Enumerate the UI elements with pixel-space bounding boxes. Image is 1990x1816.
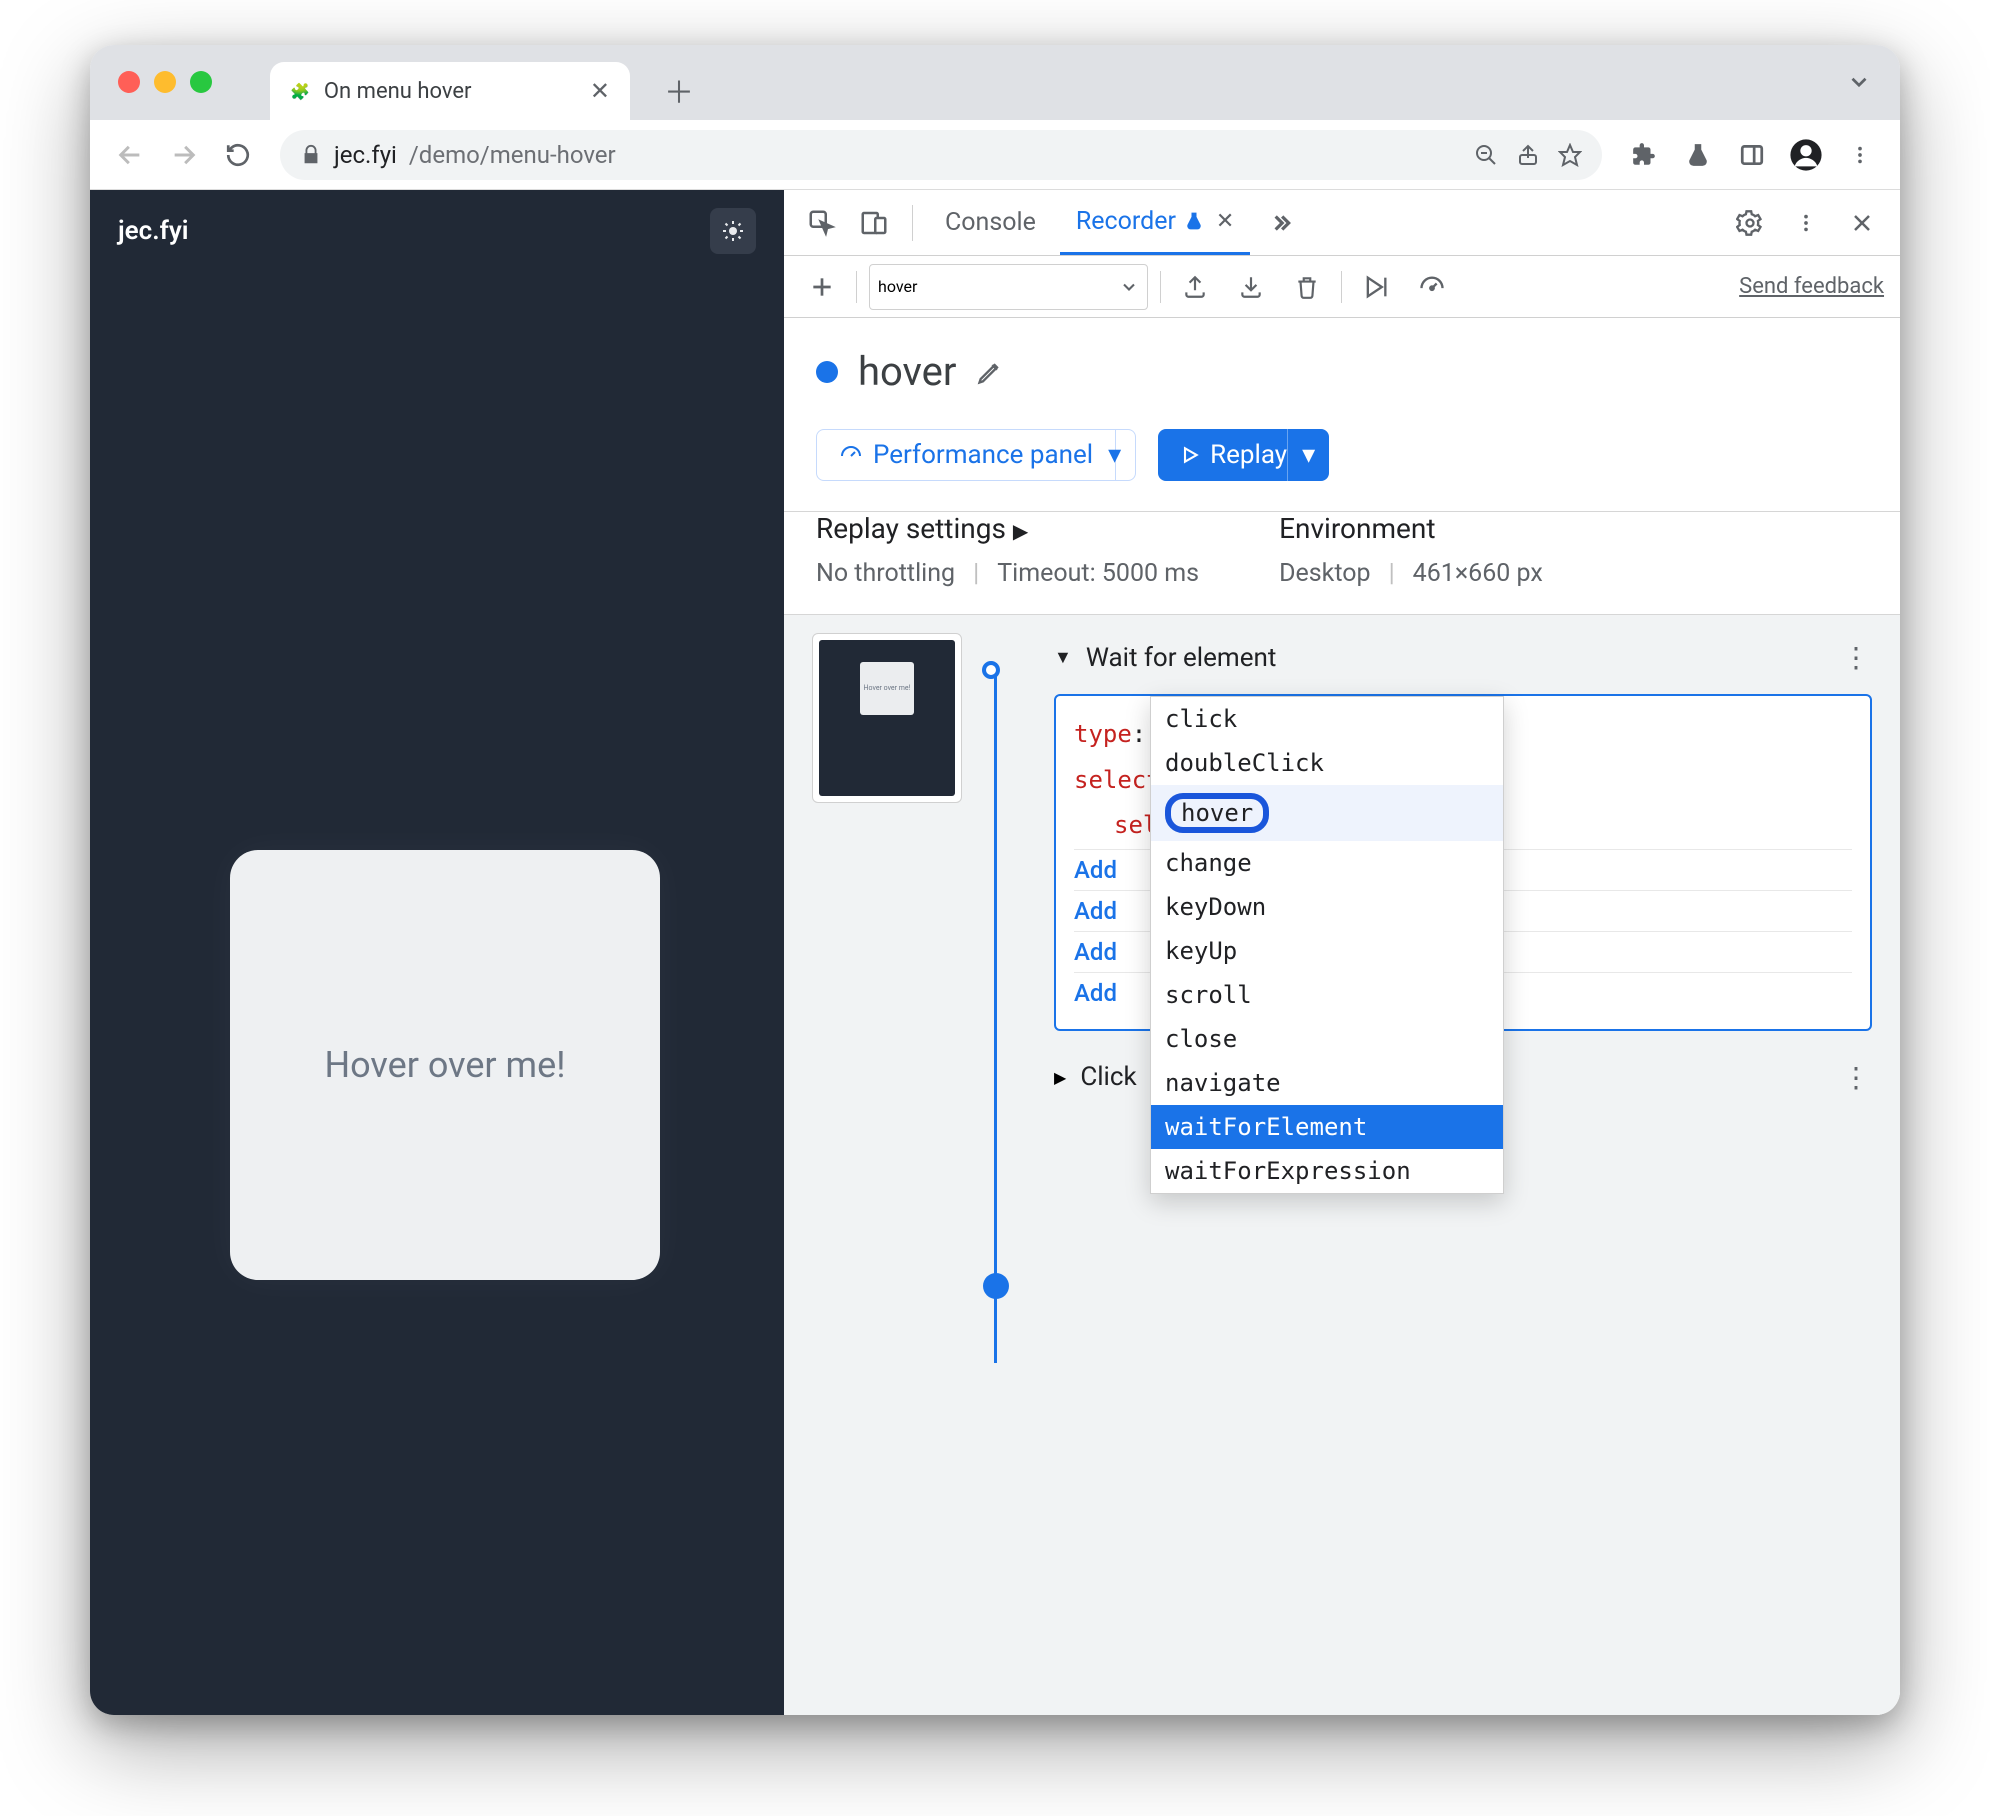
recording-title: hover	[858, 348, 956, 395]
settings-row: Replay settings ▶ No throttling | Timeou…	[784, 512, 1900, 615]
demo-hover-card[interactable]: Hover over me!	[230, 850, 660, 1280]
performance-panel-button[interactable]: Performance panel	[816, 429, 1116, 481]
step-wait-for-element[interactable]: ▼ Wait for element ⋮	[1054, 633, 1872, 682]
settings-gear-icon[interactable]	[1728, 201, 1772, 245]
ac-item-hover[interactable]: hover	[1151, 785, 1503, 841]
inspect-element-icon[interactable]	[800, 201, 844, 245]
ac-item-keyup[interactable]: keyUp	[1151, 929, 1503, 973]
ac-item-scroll[interactable]: scroll	[1151, 973, 1503, 1017]
add-button[interactable]: Add	[1074, 979, 1117, 1007]
new-tab-button[interactable]: ＋	[650, 60, 708, 120]
gauge-icon	[839, 443, 863, 467]
tab-console[interactable]: Console	[929, 190, 1052, 255]
address-bar[interactable]: jec.fyi/demo/menu-hover	[280, 130, 1602, 180]
content-split: jec.fyi Hover over me! Console Recorder …	[90, 190, 1900, 1715]
ac-item-click[interactable]: click	[1151, 697, 1503, 741]
ac-item-doubleclick[interactable]: doubleClick	[1151, 741, 1503, 785]
ac-item-waitforelement[interactable]: waitForElement	[1151, 1105, 1503, 1149]
expand-caret-icon: ▶	[1054, 1068, 1066, 1087]
env-size: 461×660 px	[1413, 559, 1543, 588]
side-panel-icon[interactable]	[1730, 133, 1774, 177]
tab-close-icon[interactable]: ✕	[1216, 209, 1234, 234]
step-editor: type: selectors sel Add Add Add Add clic…	[1054, 694, 1872, 1031]
import-icon[interactable]	[1229, 265, 1273, 309]
recorder-toolbar: hover Send feedback	[784, 256, 1900, 318]
steps-area: Hover over me! ▼ Wait for element ⋮	[784, 615, 1900, 1715]
maximize-window-button[interactable]	[190, 71, 212, 93]
perf-panel-caret[interactable]: ▾	[1094, 429, 1136, 481]
devtools-menu-icon[interactable]	[1784, 201, 1828, 245]
browser-window: 🧩 On menu hover ✕ ＋ jec.fyi/demo/menu-ho…	[90, 45, 1900, 1715]
timeline-dot-2	[983, 1273, 1009, 1299]
flask-icon	[1184, 211, 1204, 231]
devtools-close-icon[interactable]	[1840, 201, 1884, 245]
theme-toggle-button[interactable]	[710, 208, 756, 254]
extensions-icon[interactable]	[1622, 133, 1666, 177]
chrome-menu-icon[interactable]	[1838, 133, 1882, 177]
close-window-button[interactable]	[118, 71, 140, 93]
add-button[interactable]: Add	[1074, 938, 1117, 966]
browser-tab[interactable]: 🧩 On menu hover ✕	[270, 62, 630, 120]
share-icon[interactable]	[1516, 143, 1540, 167]
tab-recorder[interactable]: Recorder ✕	[1060, 190, 1251, 255]
export-icon[interactable]	[1173, 265, 1217, 309]
play-icon	[1180, 445, 1200, 465]
send-feedback-link[interactable]: Send feedback	[1739, 274, 1884, 299]
ac-item-navigate[interactable]: navigate	[1151, 1061, 1503, 1105]
env-device: Desktop	[1279, 559, 1370, 588]
tab-close-button[interactable]: ✕	[590, 77, 610, 105]
zoom-out-icon[interactable]	[1474, 143, 1498, 167]
labs-icon[interactable]	[1676, 133, 1720, 177]
ac-item-close[interactable]: close	[1151, 1017, 1503, 1061]
url-toolbar: jec.fyi/demo/menu-hover	[90, 120, 1900, 190]
environment-label: Environment	[1279, 512, 1543, 545]
ac-item-keydown[interactable]: keyDown	[1151, 885, 1503, 929]
new-recording-button[interactable]	[800, 265, 844, 309]
demo-hover-text: Hover over me!	[324, 1044, 565, 1086]
recording-indicator-icon	[816, 361, 838, 383]
url-path: /demo/menu-hover	[409, 141, 616, 169]
timeout-value: Timeout: 5000 ms	[997, 559, 1199, 588]
type-autocomplete: click doubleClick hover change keyDown k…	[1150, 696, 1504, 1194]
site-brand[interactable]: jec.fyi	[118, 216, 188, 246]
forward-button[interactable]	[162, 133, 206, 177]
window-controls	[118, 71, 212, 93]
devtools-tab-bar: Console Recorder ✕	[784, 190, 1900, 256]
profile-avatar[interactable]	[1784, 133, 1828, 177]
favicon-icon: 🧩	[290, 82, 310, 101]
url-domain: jec.fyi	[334, 141, 397, 169]
reload-button[interactable]	[216, 133, 260, 177]
lock-icon	[300, 144, 322, 166]
step-thumbnail[interactable]: Hover over me!	[812, 633, 962, 803]
replay-settings-toggle[interactable]: Replay settings ▶	[816, 512, 1199, 545]
minimize-window-button[interactable]	[154, 71, 176, 93]
step-into-icon[interactable]	[1354, 265, 1398, 309]
ac-item-waitforexpression[interactable]: waitForExpression	[1151, 1149, 1503, 1193]
add-button[interactable]: Add	[1074, 856, 1117, 884]
recording-name-field[interactable]: hover	[869, 264, 1148, 310]
sun-icon	[721, 219, 745, 243]
rendered-page: jec.fyi Hover over me!	[90, 190, 784, 1715]
collapse-caret-icon: ▼	[1054, 647, 1072, 668]
devtools-panel: Console Recorder ✕ hover	[784, 190, 1900, 1715]
omnibox-actions	[1474, 143, 1582, 167]
chrome-tab-strip: 🧩 On menu hover ✕ ＋	[90, 45, 1900, 120]
rename-icon[interactable]	[976, 358, 1004, 386]
replay-caret[interactable]: ▾	[1287, 429, 1329, 481]
bookmark-star-icon[interactable]	[1558, 143, 1582, 167]
step-menu-icon[interactable]: ⋮	[1842, 1061, 1872, 1094]
ac-item-change[interactable]: change	[1151, 841, 1503, 885]
delete-icon[interactable]	[1285, 265, 1329, 309]
recorder-body: hover Performance panel ▾ Rep	[784, 318, 1900, 512]
tabs-dropdown-icon[interactable]	[1846, 69, 1872, 95]
device-toolbar-icon[interactable]	[852, 201, 896, 245]
chevron-down-icon	[1119, 277, 1139, 297]
add-button[interactable]: Add	[1074, 897, 1117, 925]
tab-title: On menu hover	[324, 79, 576, 104]
back-button[interactable]	[108, 133, 152, 177]
throttling-value: No throttling	[816, 559, 955, 588]
step-menu-icon[interactable]: ⋮	[1842, 641, 1872, 674]
slow-replay-icon[interactable]	[1410, 265, 1454, 309]
more-tabs-icon[interactable]	[1258, 201, 1302, 245]
